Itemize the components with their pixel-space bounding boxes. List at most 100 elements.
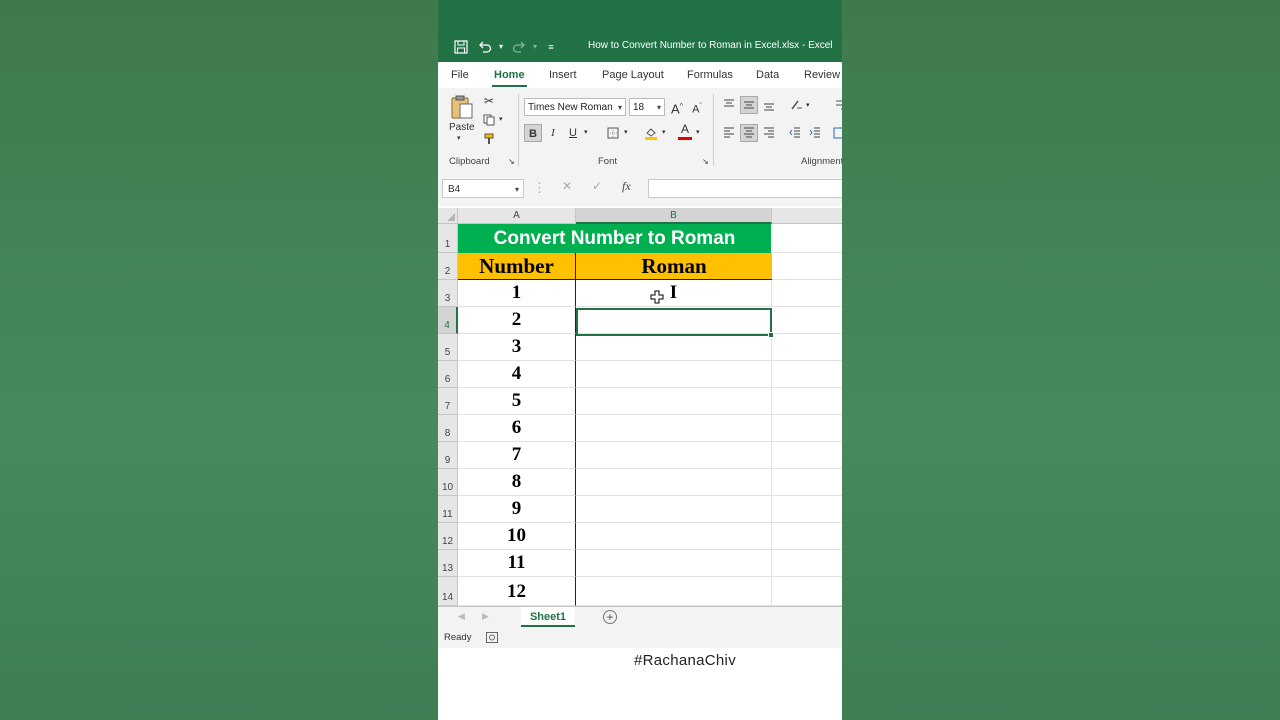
empty-cell[interactable] xyxy=(772,224,842,253)
bold-button[interactable]: B xyxy=(524,124,542,142)
undo-icon[interactable] xyxy=(478,40,492,54)
header-number-cell[interactable]: Number xyxy=(458,253,576,280)
sheet-nav-next-icon[interactable]: ▶ xyxy=(482,611,489,622)
column-header-b[interactable]: B xyxy=(576,208,772,224)
font-name-select[interactable]: Times New Roman ▾ xyxy=(524,98,626,116)
cancel-icon[interactable]: ✕ xyxy=(562,179,572,193)
row-header[interactable]: 5 xyxy=(438,334,458,361)
name-box[interactable]: B4 ▾ xyxy=(442,179,524,198)
orientation-dropdown-icon[interactable]: ▾ xyxy=(806,101,810,109)
paste-icon[interactable] xyxy=(450,94,474,120)
roman-cell[interactable] xyxy=(576,415,772,442)
number-cell[interactable]: 10 xyxy=(458,523,576,550)
add-sheet-button[interactable]: + xyxy=(603,610,617,624)
wrap-text-icon[interactable] xyxy=(832,96,842,114)
title-cell[interactable]: Convert Number to Roman xyxy=(458,224,771,253)
number-cell[interactable]: 3 xyxy=(458,334,576,361)
redo-dropdown-icon[interactable]: ▾ xyxy=(528,40,542,54)
row-header[interactable]: 14 xyxy=(438,577,458,606)
number-cell[interactable]: 6 xyxy=(458,415,576,442)
fill-handle[interactable] xyxy=(768,332,774,338)
empty-cell[interactable] xyxy=(772,523,842,550)
column-header-c[interactable] xyxy=(772,208,842,224)
tab-data[interactable]: Data xyxy=(756,69,779,81)
row-header[interactable]: 6 xyxy=(438,361,458,388)
row-header[interactable]: 4 xyxy=(438,307,458,334)
empty-cell[interactable] xyxy=(772,307,842,334)
roman-cell[interactable] xyxy=(576,442,772,469)
shrink-font-button[interactable]: Aˇ xyxy=(688,98,706,116)
font-size-select[interactable]: 18 ▾ xyxy=(629,98,665,116)
empty-cell[interactable] xyxy=(772,415,842,442)
number-cell[interactable]: 7 xyxy=(458,442,576,469)
number-cell[interactable]: 1 xyxy=(458,280,576,307)
bottom-align-icon[interactable] xyxy=(760,96,778,114)
sheet-tab-sheet1[interactable]: Sheet1 xyxy=(521,607,575,627)
row-header[interactable]: 13 xyxy=(438,550,458,577)
underline-dropdown-icon[interactable]: ▾ xyxy=(584,128,588,136)
grow-font-button[interactable]: A^ xyxy=(668,98,686,116)
sheet-nav-prev-icon[interactable]: ◀ xyxy=(458,611,465,622)
paste-button[interactable]: Paste xyxy=(449,122,475,133)
empty-cell[interactable] xyxy=(772,577,842,606)
macro-record-icon[interactable] xyxy=(486,632,498,643)
copy-icon[interactable] xyxy=(480,111,498,129)
decrease-indent-icon[interactable] xyxy=(786,124,804,142)
row-header[interactable]: 7 xyxy=(438,388,458,415)
row-header[interactable]: 3 xyxy=(438,280,458,307)
middle-align-icon[interactable] xyxy=(740,96,758,114)
empty-cell[interactable] xyxy=(772,280,842,307)
number-cell[interactable]: 5 xyxy=(458,388,576,415)
row-header[interactable]: 10 xyxy=(438,469,458,496)
clipboard-launcher-icon[interactable]: ↘ xyxy=(508,157,515,166)
number-cell[interactable]: 12 xyxy=(458,577,576,606)
empty-cell[interactable] xyxy=(772,496,842,523)
insert-function-button[interactable]: fx xyxy=(622,179,631,194)
align-right-icon[interactable] xyxy=(760,124,778,142)
empty-cell[interactable] xyxy=(772,361,842,388)
format-painter-icon[interactable] xyxy=(480,130,498,148)
borders-icon[interactable] xyxy=(604,124,622,142)
header-roman-cell[interactable]: Roman xyxy=(576,253,772,280)
row-header[interactable]: 12 xyxy=(438,523,458,550)
paste-dropdown-icon[interactable]: ▾ xyxy=(457,134,461,142)
number-cell[interactable]: 9 xyxy=(458,496,576,523)
row-header[interactable]: 8 xyxy=(438,415,458,442)
empty-cell[interactable] xyxy=(772,550,842,577)
select-all-corner[interactable] xyxy=(438,208,458,224)
row-header[interactable]: 9 xyxy=(438,442,458,469)
copy-dropdown-icon[interactable]: ▾ xyxy=(499,115,503,123)
roman-cell[interactable] xyxy=(576,334,772,361)
roman-cell[interactable] xyxy=(576,550,772,577)
row-header[interactable]: 1 xyxy=(438,224,458,253)
empty-cell[interactable] xyxy=(772,442,842,469)
save-icon[interactable] xyxy=(454,40,468,54)
roman-cell[interactable] xyxy=(576,469,772,496)
redo-icon[interactable] xyxy=(512,40,526,54)
font-color-dropdown-icon[interactable]: ▾ xyxy=(696,128,700,136)
empty-cell[interactable] xyxy=(772,334,842,361)
roman-cell[interactable] xyxy=(576,388,772,415)
tab-page-layout[interactable]: Page Layout xyxy=(602,69,664,81)
tab-review[interactable]: Review xyxy=(804,69,840,81)
align-left-icon[interactable] xyxy=(720,124,738,142)
align-center-icon[interactable] xyxy=(740,124,758,142)
roman-cell[interactable] xyxy=(576,523,772,550)
number-cell[interactable]: 8 xyxy=(458,469,576,496)
empty-cell[interactable] xyxy=(772,388,842,415)
formula-input[interactable] xyxy=(648,179,842,198)
fill-color-dropdown-icon[interactable]: ▾ xyxy=(662,128,666,136)
empty-cell[interactable] xyxy=(772,469,842,496)
roman-cell[interactable] xyxy=(576,577,772,606)
orientation-icon[interactable] xyxy=(788,96,806,114)
customize-toolbar-icon[interactable]: ≡ xyxy=(544,40,558,54)
cut-icon[interactable]: ✂ xyxy=(480,92,498,110)
empty-cell[interactable] xyxy=(772,253,842,280)
roman-cell[interactable] xyxy=(576,496,772,523)
tab-insert[interactable]: Insert xyxy=(549,69,577,81)
tab-home[interactable]: Home xyxy=(492,69,527,87)
enter-icon[interactable]: ✓ xyxy=(592,179,602,193)
tab-file[interactable]: File xyxy=(451,69,469,81)
fill-color-icon[interactable] xyxy=(642,124,660,142)
borders-dropdown-icon[interactable]: ▾ xyxy=(624,128,628,136)
